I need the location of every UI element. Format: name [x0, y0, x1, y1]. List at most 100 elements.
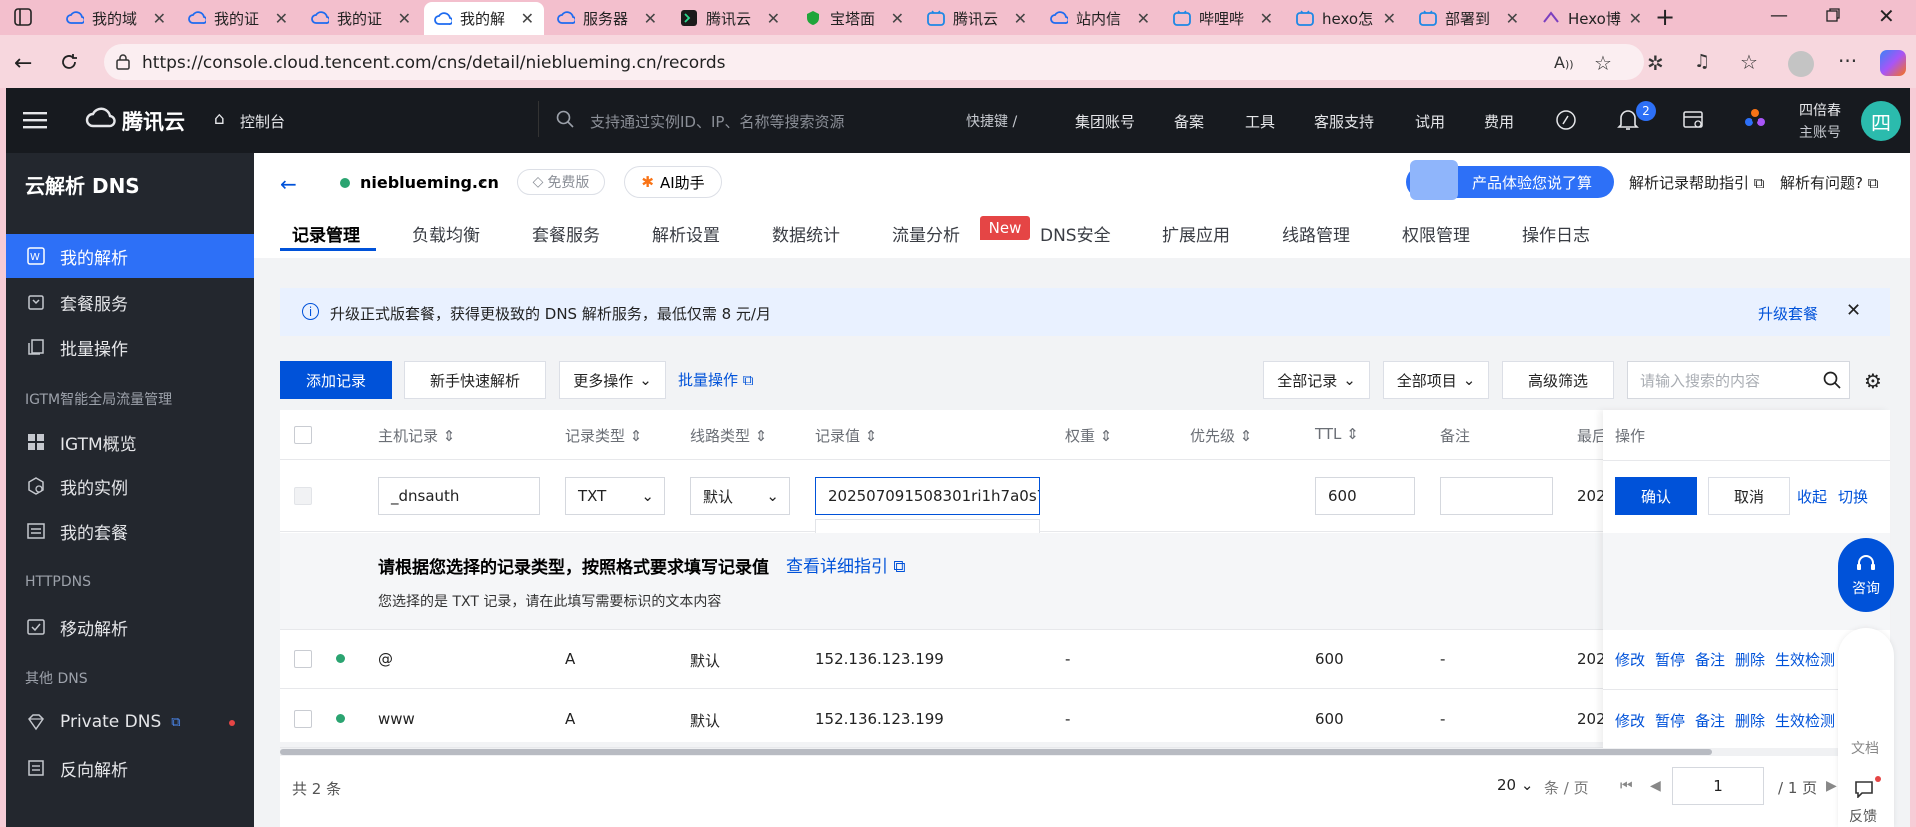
back-arrow-icon[interactable]: ← — [280, 172, 297, 196]
close-tab-icon[interactable]: ✕ — [644, 9, 657, 28]
browser-tab[interactable]: 服务器 ✕ — [547, 4, 667, 32]
restore-icon[interactable] — [1826, 8, 1840, 22]
edit-link[interactable]: 修改 — [1615, 710, 1645, 731]
browser-tab[interactable]: hexo怎 ✕ — [1286, 4, 1406, 32]
sidebar-item-my-dns[interactable]: W 我的解析 — [6, 234, 254, 278]
avatar[interactable]: 四 — [1861, 101, 1901, 141]
close-icon[interactable]: ✕ — [1846, 300, 1861, 321]
close-tab-icon[interactable]: ✕ — [1629, 9, 1642, 28]
tab-actions-icon[interactable] — [14, 8, 32, 26]
site-info-icon[interactable] — [114, 53, 132, 71]
browser-tab[interactable]: 宝塔面 ✕ — [794, 4, 914, 32]
tab-load-balance[interactable]: 负载均衡 — [412, 221, 480, 246]
plan-badge[interactable]: ◇ 免费版 — [517, 169, 605, 195]
prev-page-icon[interactable]: ◀ — [1650, 778, 1661, 794]
first-page-icon[interactable]: ⏮ — [1620, 778, 1633, 794]
browser-tab[interactable]: 哔哩哔 ✕ — [1163, 4, 1283, 32]
tab-statistics[interactable]: 数据统计 — [772, 221, 840, 246]
close-tab-icon[interactable]: ✕ — [521, 9, 534, 28]
col-type[interactable]: 记录类型 ⇕ — [565, 425, 642, 446]
close-tab-icon[interactable]: ✕ — [891, 9, 904, 28]
more-actions-button[interactable]: 更多操作 ⌄ — [559, 361, 666, 399]
ticket-icon[interactable] — [1682, 109, 1704, 131]
user-name[interactable]: 四倍春 — [1799, 100, 1841, 120]
sidebar-item-reverse-dns[interactable]: 反向解析 — [6, 746, 254, 790]
sidebar-item-private-dns[interactable]: Private DNS ⧉ — [6, 700, 254, 744]
browser-tab[interactable]: 站内信 ✕ — [1040, 4, 1160, 32]
collapse-link[interactable]: 收起 — [1797, 486, 1827, 507]
feedback-icon[interactable] — [1854, 780, 1874, 798]
edit-link[interactable]: 修改 — [1615, 649, 1645, 670]
pause-link[interactable]: 暂停 — [1655, 649, 1685, 670]
page-size-select[interactable]: 20 ⌄ — [1497, 776, 1533, 794]
close-tab-icon[interactable]: ✕ — [1260, 9, 1273, 28]
value-input[interactable]: 202507091508301ri1h7a0s7rl — [815, 477, 1040, 515]
home-icon[interactable]: ⌂ — [214, 109, 225, 129]
feedback-label[interactable]: 反馈 — [1849, 806, 1877, 826]
all-records-select[interactable]: 全部记录 ⌄ — [1263, 361, 1370, 399]
remark-link[interactable]: 备注 — [1695, 649, 1725, 670]
browser-tab[interactable]: 腾讯云 ✕ — [917, 4, 1037, 32]
tab-package[interactable]: 套餐服务 — [532, 221, 600, 246]
delete-link[interactable]: 删除 — [1735, 710, 1765, 731]
select-all-checkbox[interactable] — [294, 426, 312, 444]
browser-tab[interactable]: 我的证 ✕ — [301, 4, 421, 32]
gear-icon[interactable]: ⚙ — [1864, 369, 1882, 393]
all-items-select[interactable]: 全部项目 ⌄ — [1383, 361, 1489, 399]
advanced-filter-button[interactable]: 高级筛选 — [1502, 361, 1614, 399]
nav-support[interactable]: 客服支持 — [1314, 111, 1374, 132]
close-tab-icon[interactable]: ✕ — [767, 9, 780, 28]
row-checkbox[interactable] — [294, 710, 312, 728]
pause-link[interactable]: 暂停 — [1655, 710, 1685, 731]
delete-link[interactable]: 删除 — [1735, 649, 1765, 670]
browser-tab[interactable]: 部署到 ✕ — [1409, 4, 1529, 32]
page-number-input[interactable]: 1 — [1672, 767, 1764, 805]
ttl-input[interactable]: 600 — [1315, 477, 1415, 515]
sidebar-item-my-instances[interactable]: 我的实例 — [6, 464, 254, 508]
tab-records[interactable]: 记录管理 — [292, 221, 360, 246]
switch-link[interactable]: 切换 — [1838, 486, 1868, 507]
browser-tab[interactable]: 我的解 ✕ — [424, 2, 544, 35]
doc-link[interactable]: 文档 — [1851, 738, 1879, 758]
new-tab-icon[interactable]: + — [1655, 3, 1675, 31]
sidebar-item-my-packages[interactable]: 我的套餐 — [6, 509, 254, 553]
assistant-icon[interactable] — [1555, 109, 1577, 131]
type-select[interactable]: TXT ⌄ — [565, 477, 665, 515]
upgrade-link[interactable]: 升级套餐 — [1758, 303, 1818, 324]
tab-extensions[interactable]: 扩展应用 — [1162, 221, 1230, 246]
search-icon[interactable] — [1823, 371, 1841, 389]
refresh-icon[interactable] — [58, 51, 80, 73]
shortcut-hint[interactable]: 快捷键 / — [966, 111, 1017, 131]
ai-assistant-button[interactable]: ✱ AI助手 — [624, 166, 722, 198]
consult-button[interactable]: 咨询 — [1838, 538, 1894, 612]
tab-permissions[interactable]: 权限管理 — [1402, 221, 1470, 246]
close-tab-icon[interactable]: ✕ — [1014, 9, 1027, 28]
sidebar-item-igtm-overview[interactable]: IGTM概览 — [6, 420, 254, 464]
close-tab-icon[interactable]: ✕ — [153, 9, 166, 28]
more-menu-icon[interactable]: ··· — [1838, 49, 1857, 73]
media-icon[interactable]: ♫ — [1694, 51, 1710, 72]
col-host[interactable]: 主机记录 ⇕ — [378, 425, 455, 446]
remark-link[interactable]: 备注 — [1695, 710, 1725, 731]
favorites-bar-icon[interactable]: ☆ — [1740, 50, 1758, 74]
confirm-button[interactable]: 确认 — [1615, 477, 1697, 515]
nav-group-account[interactable]: 集团账号 — [1075, 111, 1135, 132]
close-tab-icon[interactable]: ✕ — [398, 9, 411, 28]
col-weight[interactable]: 权重 ⇕ — [1065, 425, 1112, 446]
next-page-icon[interactable]: ▶ — [1826, 778, 1837, 794]
sidebar-item-batch[interactable]: 批量操作 — [6, 325, 254, 369]
console-link[interactable]: 控制台 — [240, 111, 285, 132]
record-search-input[interactable]: 请输入搜索的内容 — [1627, 361, 1850, 399]
tab-settings[interactable]: 解析设置 — [652, 221, 720, 246]
nav-billing[interactable]: 费用 — [1484, 111, 1514, 132]
check-link[interactable]: 生效检测 — [1775, 710, 1835, 731]
host-input[interactable]: _dnsauth — [378, 477, 540, 515]
close-tab-icon[interactable]: ✕ — [275, 9, 288, 28]
col-value[interactable]: 记录值 ⇕ — [815, 425, 877, 446]
menu-icon[interactable] — [23, 110, 47, 130]
remark-input[interactable] — [1440, 477, 1553, 515]
check-link[interactable]: 生效检测 — [1775, 649, 1835, 670]
browser-tab[interactable]: 我的域 ✕ — [56, 4, 176, 32]
product-icon[interactable] — [1743, 107, 1767, 131]
help-question-link[interactable]: 解析有问题? ⧉ — [1780, 172, 1878, 193]
